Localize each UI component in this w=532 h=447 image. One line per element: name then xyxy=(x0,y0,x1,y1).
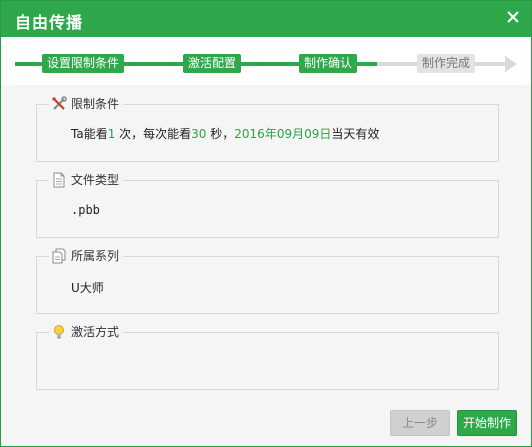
series-title: 所属系列 xyxy=(71,249,120,263)
step-confirm: 制作确认 xyxy=(299,54,358,73)
step-activation-config: 激活配置 xyxy=(183,54,242,73)
close-icon[interactable] xyxy=(503,7,523,27)
series-value: U大师 xyxy=(71,281,104,295)
dialog-window: 自由传播 设置限制条件 激活配置 制作确认 制作完成 限制条件 Ta能看1 次，… xyxy=(0,0,532,447)
document-icon xyxy=(53,172,65,187)
progress-arrow-icon xyxy=(505,56,517,72)
file-type-value: .pbb xyxy=(71,203,100,217)
restrictions-text: Ta能看1 次，每次能看30 秒，2016年09月09日当天有效 xyxy=(71,125,379,142)
previous-step-button[interactable]: 上一步 xyxy=(390,410,450,436)
step-progress: 设置限制条件 激活配置 制作确认 制作完成 xyxy=(1,37,531,85)
restrictions-header: 限制条件 xyxy=(49,95,124,112)
start-production-button[interactable]: 开始制作 xyxy=(457,410,517,436)
activation-header: 激活方式 xyxy=(49,323,124,340)
restrictions-suffix: 当天有效 xyxy=(331,127,380,141)
restrictions-title: 限制条件 xyxy=(71,97,120,111)
activation-title: 激活方式 xyxy=(71,325,120,339)
activation-group: 激活方式 xyxy=(36,323,499,390)
documents-icon xyxy=(52,248,66,263)
restrictions-prefix: Ta能看 xyxy=(71,127,108,141)
window-title: 自由传播 xyxy=(15,13,84,32)
step-complete: 制作完成 xyxy=(417,54,476,73)
restrictions-group: 限制条件 Ta能看1 次，每次能看30 秒，2016年09月09日当天有效 xyxy=(36,95,499,162)
title-bar[interactable]: 自由传播 xyxy=(1,1,531,37)
step-set-restrictions: 设置限制条件 xyxy=(42,54,125,73)
series-header: 所属系列 xyxy=(49,247,124,264)
file-type-header: 文件类型 xyxy=(49,171,124,188)
restrictions-mid2: 秒， xyxy=(206,127,235,141)
seconds-value: 30 xyxy=(191,127,207,141)
lightbulb-icon xyxy=(54,324,64,338)
valid-date: 2016年09月09日 xyxy=(234,127,332,141)
series-group: 所属系列 U大师 xyxy=(36,247,499,314)
tools-icon xyxy=(52,95,67,110)
file-type-group: 文件类型 .pbb xyxy=(36,171,499,238)
file-type-title: 文件类型 xyxy=(71,173,120,187)
restrictions-mid1: 次，每次能看 xyxy=(115,127,192,141)
